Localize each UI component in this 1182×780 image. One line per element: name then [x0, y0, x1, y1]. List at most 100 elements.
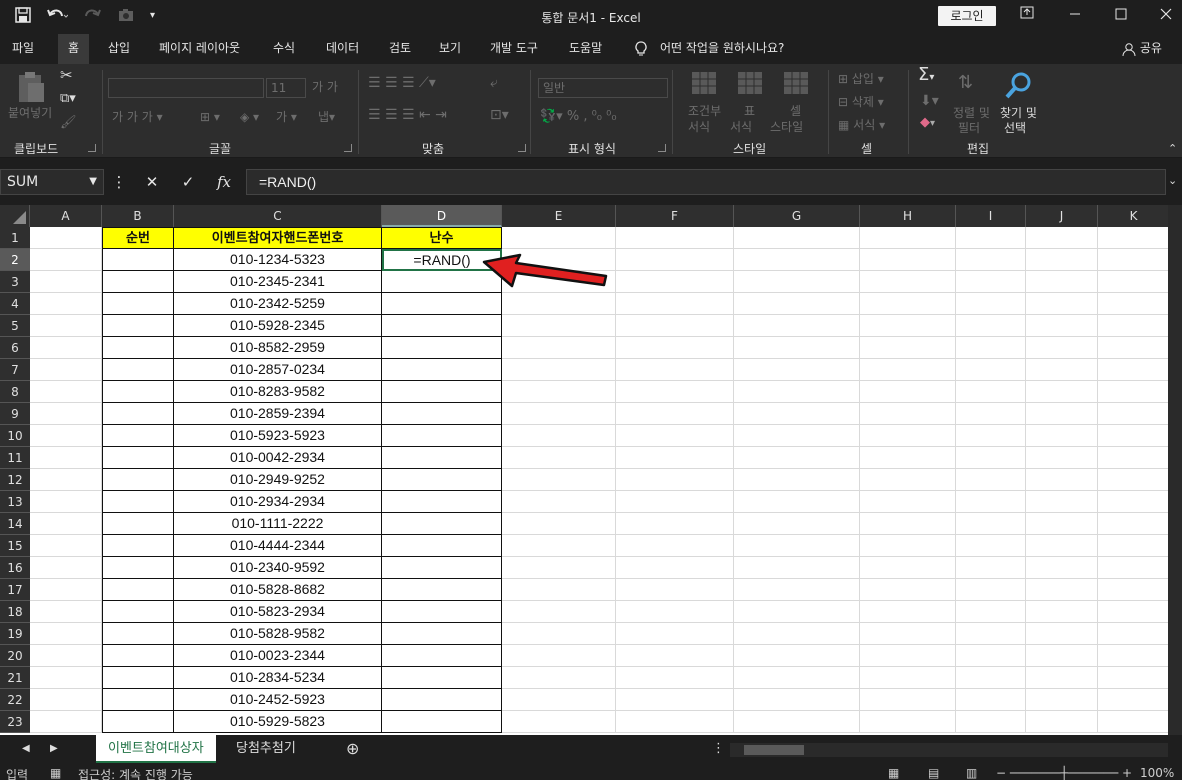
grid-cell[interactable]	[382, 689, 502, 711]
grid-cell[interactable]	[956, 645, 1026, 667]
format-painter-icon[interactable]: 🖌	[60, 116, 77, 130]
grid-cell[interactable]	[30, 403, 102, 425]
grid-cell[interactable]	[1026, 557, 1098, 579]
grid-cell[interactable]	[502, 711, 616, 733]
grid-cell[interactable]	[956, 271, 1026, 293]
share-button[interactable]: 공유	[1122, 34, 1162, 64]
phone-number-cell[interactable]: 010-5928-2345	[174, 315, 382, 337]
grid-cell[interactable]	[616, 249, 734, 271]
phone-number-cell[interactable]: 010-2345-2341	[174, 271, 382, 293]
phone-number-cell[interactable]: 010-2342-5259	[174, 293, 382, 315]
maximize-icon[interactable]	[1109, 5, 1133, 27]
grid-cell[interactable]	[616, 711, 734, 733]
grid-cell[interactable]	[1098, 601, 1170, 623]
grid-cell[interactable]	[1098, 315, 1170, 337]
merge-center-icon[interactable]: ⊡▾	[490, 108, 509, 122]
row-header[interactable]: 18	[0, 601, 30, 623]
grid-cell[interactable]	[382, 579, 502, 601]
grid-cell[interactable]	[382, 491, 502, 513]
grid-cell[interactable]	[382, 535, 502, 557]
grid-cell[interactable]	[956, 557, 1026, 579]
grid-cell[interactable]	[616, 447, 734, 469]
grid-cell[interactable]	[616, 227, 734, 249]
border-icon[interactable]: ⊞ ▾	[200, 110, 220, 124]
number-format-select[interactable]: 일반	[538, 78, 668, 98]
grid-cell[interactable]	[502, 403, 616, 425]
grid-cell[interactable]	[1098, 447, 1170, 469]
cancel-entry-icon[interactable]: ✕	[141, 172, 163, 192]
grid-cell[interactable]	[860, 425, 956, 447]
row-header[interactable]: 8	[0, 381, 30, 403]
grid-cell[interactable]	[102, 623, 174, 645]
grid-cell[interactable]	[502, 491, 616, 513]
grid-cell[interactable]	[734, 645, 860, 667]
phone-number-cell[interactable]: 010-1234-5323	[174, 249, 382, 271]
alignment-launcher-icon[interactable]	[518, 144, 526, 152]
grid-cell[interactable]	[616, 469, 734, 491]
tab-data[interactable]: 데이터	[326, 34, 359, 64]
grid-cell[interactable]	[734, 227, 860, 249]
row-header[interactable]: 7	[0, 359, 30, 381]
grid-cell[interactable]	[860, 403, 956, 425]
close-icon[interactable]	[1154, 5, 1178, 27]
grid-cell[interactable]	[1026, 249, 1098, 271]
find-icon[interactable]	[1002, 70, 1034, 105]
grid-cell[interactable]	[30, 623, 102, 645]
grid-cell[interactable]	[860, 227, 956, 249]
number-launcher-icon[interactable]	[658, 144, 666, 152]
column-header-d[interactable]: D	[382, 205, 502, 227]
grid-cell[interactable]	[860, 579, 956, 601]
number-format-icons[interactable]: 💱▾ % , ⁰₀ ⁰₀	[540, 110, 617, 124]
page-break-view-icon[interactable]: ▥	[966, 766, 977, 780]
format-cells-button[interactable]: ▦ 서식 ▾	[838, 118, 885, 132]
grid-cell[interactable]	[1098, 469, 1170, 491]
grid-cell[interactable]	[616, 645, 734, 667]
page-layout-view-icon[interactable]: ▤	[928, 766, 939, 780]
grid-cell[interactable]	[860, 337, 956, 359]
phone-number-cell[interactable]: 010-5923-5923	[174, 425, 382, 447]
phone-number-cell[interactable]: 010-2857-0234	[174, 359, 382, 381]
grid-cell[interactable]	[860, 491, 956, 513]
row-header[interactable]: 1	[0, 227, 30, 249]
grid-cell[interactable]	[30, 315, 102, 337]
tab-help[interactable]: 도움말	[569, 34, 602, 64]
grid-cell[interactable]	[102, 447, 174, 469]
phone-number-cell[interactable]: 010-8582-2959	[174, 337, 382, 359]
grid-cell[interactable]	[1026, 359, 1098, 381]
zoom-slider[interactable]: − ───────┼─────── +	[996, 766, 1132, 780]
grid-cell[interactable]	[502, 645, 616, 667]
phone-number-cell[interactable]: 010-4444-2344	[174, 535, 382, 557]
font-name-select[interactable]	[108, 78, 264, 98]
vertical-scrollbar[interactable]	[1168, 205, 1182, 735]
font-size-select[interactable]: 11	[266, 78, 306, 98]
tab-review[interactable]: 검토	[389, 34, 411, 64]
fill-icon[interactable]: ⬇▾	[920, 94, 939, 108]
row-header[interactable]: 15	[0, 535, 30, 557]
grid-cell[interactable]	[502, 689, 616, 711]
confirm-entry-icon[interactable]: ✓	[177, 172, 199, 192]
row-header[interactable]: 12	[0, 469, 30, 491]
grid-cell[interactable]	[1098, 645, 1170, 667]
tab-view[interactable]: 보기	[439, 34, 461, 64]
grid-cell[interactable]	[102, 645, 174, 667]
grid-cell[interactable]	[734, 359, 860, 381]
grid-cell[interactable]	[1026, 601, 1098, 623]
grid-cell[interactable]	[1026, 535, 1098, 557]
grid-cell[interactable]	[30, 271, 102, 293]
grid-cell[interactable]	[734, 447, 860, 469]
row-header[interactable]: 19	[0, 623, 30, 645]
clipboard-launcher-icon[interactable]	[88, 144, 96, 152]
grid-cell[interactable]	[502, 513, 616, 535]
grid-cell[interactable]	[102, 667, 174, 689]
grid-cell[interactable]	[1098, 271, 1170, 293]
grid-cell[interactable]	[956, 535, 1026, 557]
phone-number-cell[interactable]: 010-2452-5923	[174, 689, 382, 711]
grid-cell[interactable]	[860, 469, 956, 491]
grid-cell[interactable]	[956, 227, 1026, 249]
grid-cell[interactable]	[102, 359, 174, 381]
paste-icon[interactable]	[16, 70, 46, 107]
grid-cell[interactable]	[382, 293, 502, 315]
grid-cell[interactable]	[1026, 447, 1098, 469]
grid-cell[interactable]	[30, 447, 102, 469]
grid-cell[interactable]	[616, 667, 734, 689]
